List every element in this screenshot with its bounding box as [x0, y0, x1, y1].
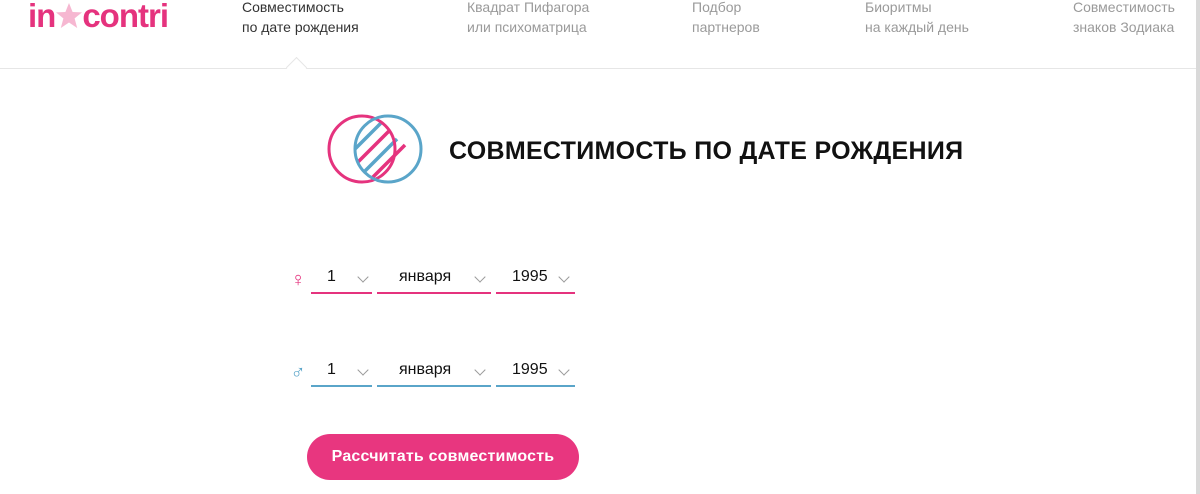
nav-item-zodiac-compatibility[interactable]: Совместимость знаков Зодиака — [1073, 0, 1175, 37]
nav-item-label-line2: на каждый день — [865, 19, 969, 35]
top-navigation: in contri Совместимость по дате рождения… — [0, 0, 1196, 69]
female-symbol-icon: ♀ — [290, 269, 306, 291]
nav-item-label-line1: Квадрат Пифагора — [467, 0, 590, 15]
chevron-down-icon — [357, 364, 369, 376]
nav-item-label-line1: Совместимость — [1073, 0, 1175, 15]
logo[interactable]: in contri — [28, 0, 169, 38]
nav-item-label-line1: Совместимость — [242, 0, 344, 15]
nav-item-label-line2: или психоматрица — [467, 19, 587, 35]
page-title: СОВМЕСТИМОСТЬ ПО ДАТЕ РОЖДЕНИЯ — [449, 136, 964, 165]
nav-item-label-line2: партнеров — [692, 19, 760, 35]
male-day-select[interactable]: 1 — [311, 353, 372, 387]
chevron-down-icon — [474, 364, 486, 376]
select-underline — [377, 385, 491, 387]
nav-item-label-line2: по дате рождения — [242, 19, 359, 35]
logo-text-left: in — [28, 0, 56, 34]
calculate-compatibility-button[interactable]: Рассчитать совместимость — [307, 434, 579, 480]
star-icon — [56, 3, 83, 28]
nav-item-partner-matching[interactable]: Подбор партнеров — [692, 0, 760, 37]
scrollbar[interactable] — [1196, 0, 1200, 494]
page-heading: СОВМЕСТИМОСТЬ ПО ДАТЕ РОЖДЕНИЯ — [327, 113, 963, 189]
select-underline — [496, 292, 575, 294]
select-underline — [496, 385, 575, 387]
logo-text-right: contri — [82, 0, 169, 34]
female-day-value: 1 — [327, 268, 336, 285]
male-symbol-icon: ♂ — [290, 362, 306, 384]
select-underline — [377, 292, 491, 294]
chevron-down-icon — [357, 271, 369, 283]
nav-item-label-line2: знаков Зодиака — [1073, 19, 1175, 35]
chevron-down-icon — [474, 271, 486, 283]
select-underline — [311, 385, 372, 387]
select-underline — [311, 292, 372, 294]
chevron-down-icon — [558, 364, 570, 376]
nav-item-birthdate-compatibility[interactable]: Совместимость по дате рождения — [242, 0, 359, 37]
male-month-value: января — [399, 361, 452, 378]
male-year-value: 1995 — [512, 361, 548, 378]
nav-item-label-line1: Подбор — [692, 0, 742, 15]
chevron-down-icon — [558, 271, 570, 283]
female-year-select[interactable]: 1995 — [496, 260, 575, 294]
nav-item-biorhythms[interactable]: Биоритмы на каждый день — [865, 0, 969, 37]
male-month-select[interactable]: января — [377, 353, 491, 387]
female-month-value: января — [399, 268, 452, 285]
female-day-select[interactable]: 1 — [311, 260, 372, 294]
male-year-select[interactable]: 1995 — [496, 353, 575, 387]
female-month-select[interactable]: января — [377, 260, 491, 294]
nav-item-pythagoras-square[interactable]: Квадрат Пифагора или психоматрица — [467, 0, 589, 37]
female-year-value: 1995 — [512, 268, 548, 285]
overlapping-circles-icon — [327, 114, 423, 184]
male-day-value: 1 — [327, 361, 336, 378]
nav-item-label-line1: Биоритмы — [865, 0, 932, 15]
